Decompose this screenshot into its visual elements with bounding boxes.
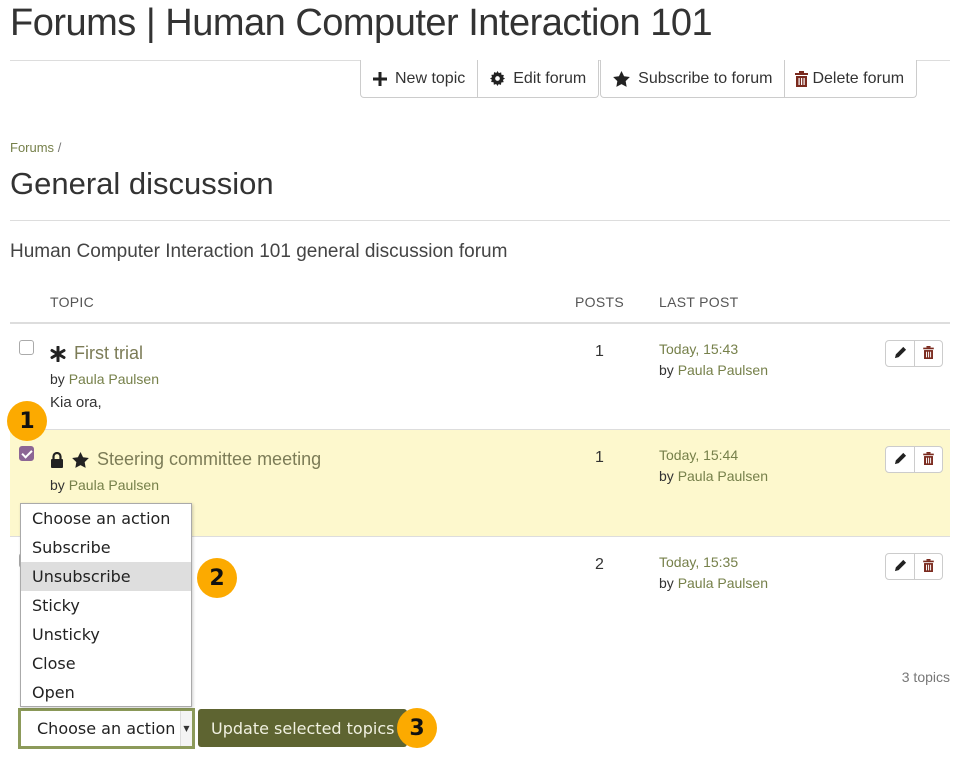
by-prefix: by <box>659 468 674 484</box>
edit-topic-button[interactable] <box>886 341 914 366</box>
update-selected-topics-button[interactable]: Update selected topics <box>198 709 408 747</box>
topic-title-link[interactable]: First trial <box>74 343 143 364</box>
forum-title: General discussion <box>10 166 274 201</box>
last-post-author-link[interactable]: Paula Paulsen <box>678 362 768 378</box>
action-select-value: Choose an action <box>37 719 176 738</box>
edit-topic-button[interactable] <box>886 554 914 579</box>
pencil-icon <box>894 344 907 363</box>
by-prefix: by <box>50 371 65 387</box>
chevron-down-icon: ▼ <box>180 711 192 746</box>
gear-icon <box>490 71 506 86</box>
delete-topic-button[interactable] <box>914 447 942 472</box>
trash-icon <box>795 70 809 87</box>
posts-count: 1 <box>595 449 604 466</box>
topic-title-line: First trial <box>50 343 143 364</box>
edit-forum-label: Edit forum <box>513 69 587 87</box>
header-last-post: LAST POST <box>659 294 739 310</box>
section-divider <box>10 220 950 221</box>
delete-forum-button[interactable]: Delete forum <box>784 60 916 97</box>
callout-badge: 2 <box>197 558 237 598</box>
posts-count: 2 <box>595 556 604 573</box>
topic-count: 3 topics <box>901 669 950 685</box>
last-post-byline: by Paula Paulsen <box>659 468 768 484</box>
header-posts: POSTS <box>575 294 624 310</box>
topic-title-link[interactable]: Steering committee meeting <box>97 449 321 470</box>
action-option[interactable]: Open <box>21 678 191 707</box>
topic-row: First trial by Paula Paulsen Kia ora, 1 … <box>10 324 950 430</box>
forum-toolbar: New topic Edit forum Subscribe to forum … <box>360 60 918 98</box>
action-option-highlighted[interactable]: Unsubscribe <box>21 562 191 591</box>
author-link[interactable]: Paula Paulsen <box>69 371 159 387</box>
action-select[interactable]: Choose an action ▼ <box>18 708 195 749</box>
topic-title-line: Steering committee meeting <box>50 449 321 470</box>
pencil-icon <box>894 557 907 576</box>
row-actions <box>885 446 943 473</box>
plus-icon <box>373 71 387 86</box>
last-post-date[interactable]: Today, 15:44 <box>659 447 738 463</box>
topic-checkbox[interactable] <box>19 340 34 355</box>
last-post-author-link[interactable]: Paula Paulsen <box>678 468 768 484</box>
trash-icon <box>923 344 934 363</box>
callout-badge: 1 <box>7 401 47 441</box>
edit-forum-button[interactable]: Edit forum <box>477 60 598 97</box>
new-topic-button[interactable]: New topic <box>361 60 477 97</box>
by-prefix: by <box>50 477 65 493</box>
breadcrumb: Forums / <box>10 140 61 155</box>
subscribe-forum-button[interactable]: Subscribe to forum <box>601 60 784 97</box>
edit-topic-button[interactable] <box>886 447 914 472</box>
posts-count: 1 <box>595 343 604 360</box>
row-actions <box>885 340 943 367</box>
page-title: Forums | Human Computer Interaction 101 <box>10 2 713 44</box>
author-link[interactable]: Paula Paulsen <box>69 477 159 493</box>
last-post-author-link[interactable]: Paula Paulsen <box>678 575 768 591</box>
last-post-byline: by Paula Paulsen <box>659 362 768 378</box>
forum-description: Human Computer Interaction 101 general d… <box>10 241 508 262</box>
asterisk-icon <box>50 345 66 362</box>
delete-topic-button[interactable] <box>914 554 942 579</box>
breadcrumb-forums-link[interactable]: Forums <box>10 140 54 155</box>
toolbar-group-primary: New topic Edit forum <box>360 60 600 98</box>
action-option[interactable]: Close <box>21 649 191 678</box>
action-option[interactable]: Subscribe <box>21 533 191 562</box>
delete-topic-button[interactable] <box>914 341 942 366</box>
topic-byline: by Paula Paulsen <box>50 477 159 493</box>
last-post-date[interactable]: Today, 15:43 <box>659 341 738 357</box>
action-option[interactable]: Unsticky <box>21 620 191 649</box>
trash-icon <box>923 450 934 469</box>
star-icon <box>72 451 89 468</box>
row-actions <box>885 553 943 580</box>
star-icon <box>613 70 631 87</box>
new-topic-label: New topic <box>395 69 466 87</box>
topic-excerpt: Kia ora, <box>50 394 102 411</box>
topic-checkbox-checked[interactable] <box>19 446 34 461</box>
last-post-date[interactable]: Today, 15:35 <box>659 554 738 570</box>
last-post-byline: by Paula Paulsen <box>659 575 768 591</box>
action-option[interactable]: Sticky <box>21 591 191 620</box>
by-prefix: by <box>659 575 674 591</box>
trash-icon <box>923 557 934 576</box>
header-topic: TOPIC <box>50 294 95 310</box>
topic-byline: by Paula Paulsen <box>50 371 159 387</box>
breadcrumb-separator: / <box>57 140 62 155</box>
by-prefix: by <box>659 362 674 378</box>
subscribe-forum-label: Subscribe to forum <box>638 69 773 87</box>
delete-forum-label: Delete forum <box>812 69 905 87</box>
lock-icon <box>50 451 64 468</box>
callout-badge: 3 <box>397 708 437 748</box>
pencil-icon <box>894 450 907 469</box>
action-option[interactable]: Choose an action <box>21 504 191 533</box>
toolbar-group-secondary: Subscribe to forum Delete forum <box>600 60 918 98</box>
action-dropdown-list: Choose an action Subscribe Unsubscribe S… <box>20 503 192 707</box>
